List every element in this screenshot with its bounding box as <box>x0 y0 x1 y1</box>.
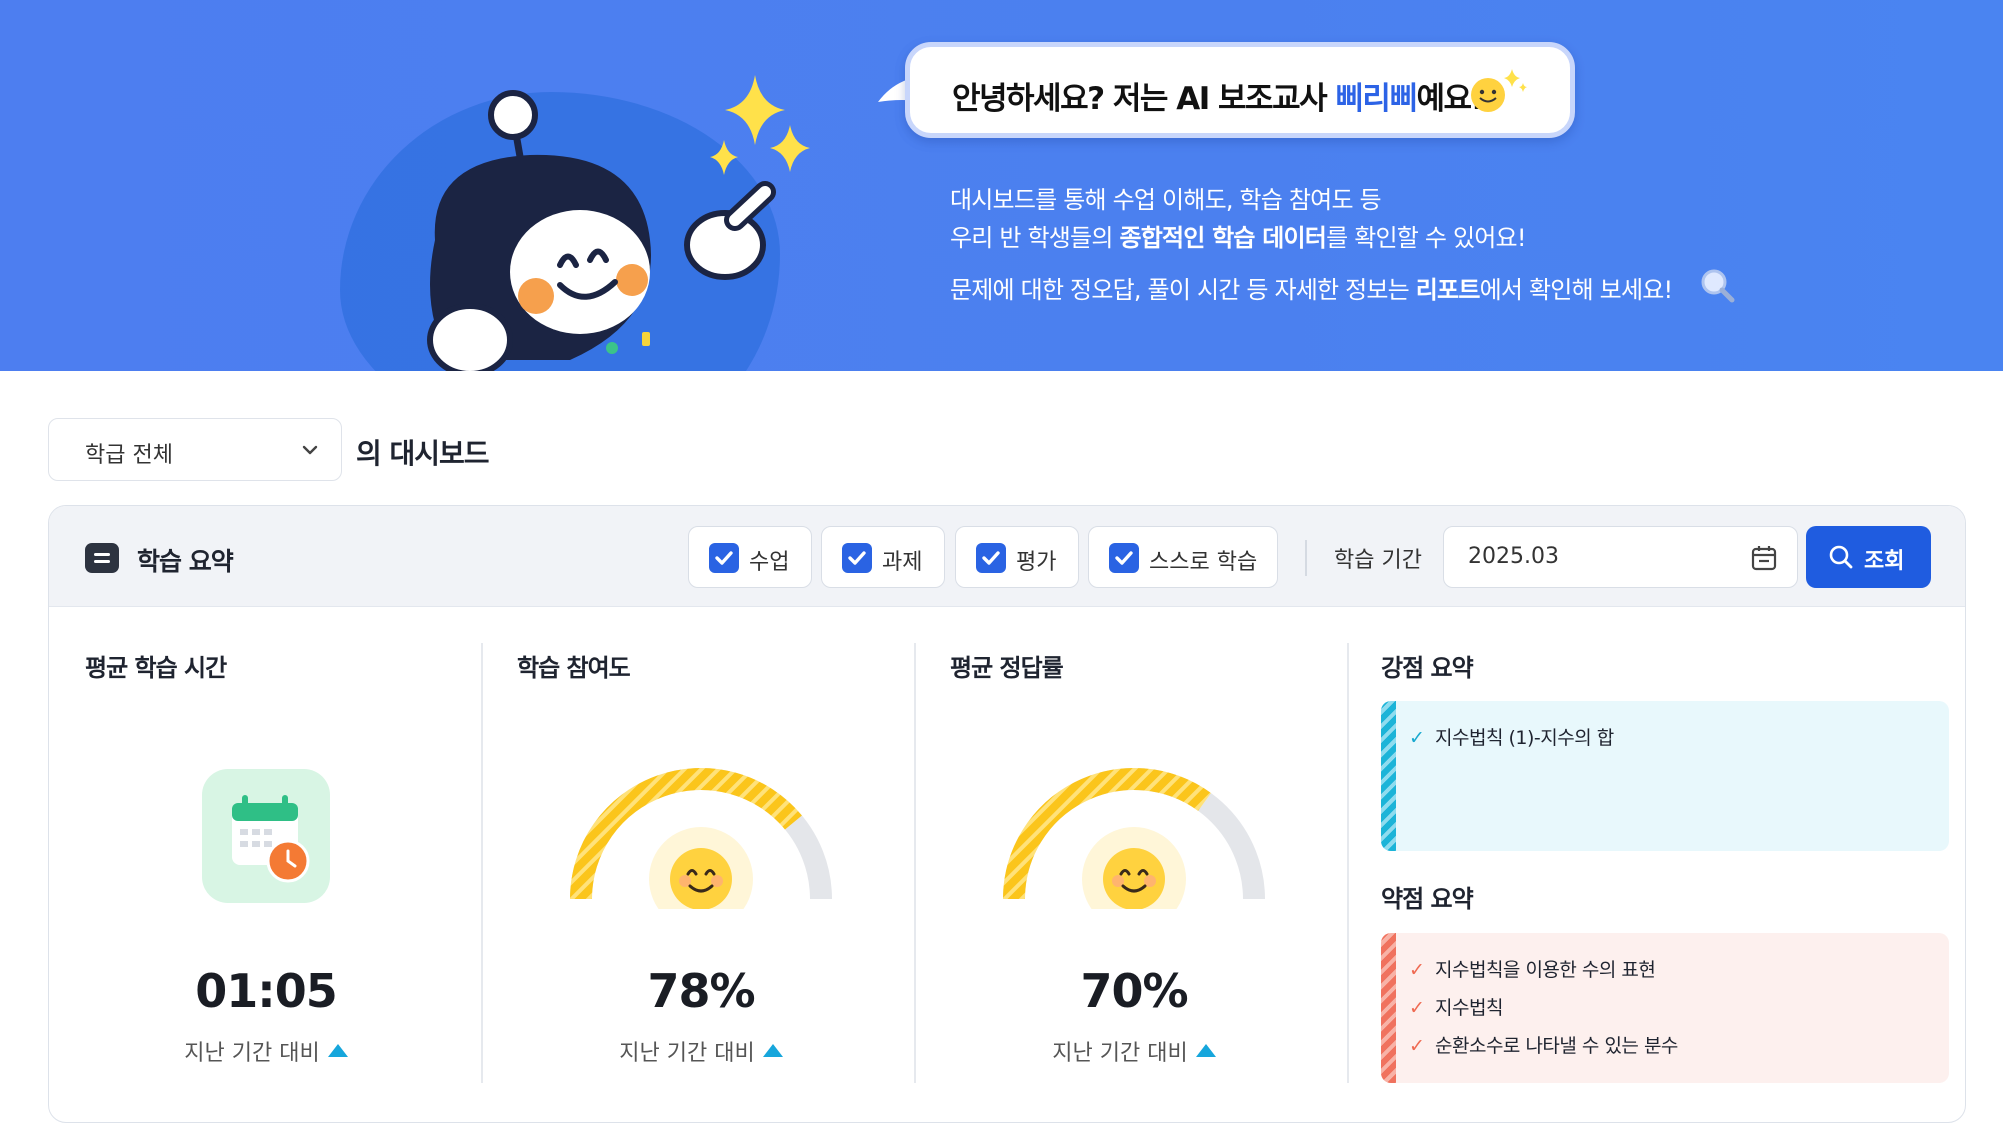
column-divider <box>481 643 483 1083</box>
weakness-item-label: 순환소수로 나타낼 수 있는 분수 <box>1435 1035 1678 1057</box>
weakness-item: ✓ 지수법칙을 이용한 수의 표현 <box>1409 955 1656 982</box>
checkbox-label: 과제 <box>882 550 923 575</box>
weakness-item-label: 지수법칙 <box>1435 997 1503 1019</box>
line2-suffix: 를 확인할 수 있어요! <box>1326 224 1526 252</box>
accuracy-compare: 지난 기간 대비 <box>984 1035 1284 1067</box>
check-icon: ✓ <box>1409 727 1425 749</box>
weaknesses-title: 약점 요약 <box>1381 885 1474 913</box>
weakness-item: ✓ 지수법칙 <box>1409 993 1503 1020</box>
check-icon: ✓ <box>1409 997 1425 1019</box>
dashboard-title: 의 대시보드 <box>356 437 490 470</box>
hero-description-line-1: 대시보드를 통해 수업 이해도, 학습 참여도 등 <box>950 186 1382 214</box>
weaknesses-stripe <box>1381 933 1396 1083</box>
checkbox-label: 스스로 학습 <box>1149 550 1258 575</box>
greeting-text: 안녕하세요? 저는 AI 보조교사 삐리삐예요! <box>952 73 1485 118</box>
header-divider <box>1305 540 1307 576</box>
summary-header: 학습 요약 수업 과제 평가 스스로 학습 학습 기간 2025.03 조회 <box>49 506 1965 607</box>
avg-time-compare: 지난 기간 대비 <box>116 1035 416 1067</box>
accuracy-value: 70% <box>1080 964 1188 1018</box>
column-divider <box>1347 643 1349 1083</box>
line3-suffix: 에서 확인해 보세요! <box>1479 276 1674 304</box>
mascot-robot-icon <box>427 75 810 371</box>
participation-gauge <box>570 768 832 909</box>
checkbox-label: 수업 <box>749 550 790 575</box>
strengths-stripe <box>1381 701 1396 851</box>
strength-item: ✓ 지수법칙 (1)-지수의 합 <box>1409 723 1614 750</box>
strength-item-label: 지수법칙 (1)-지수의 합 <box>1435 727 1614 749</box>
accuracy-gauge <box>1003 768 1265 909</box>
greeting-speech-bubble: 안녕하세요? 저는 AI 보조교사 삐리삐예요! <box>905 42 1575 138</box>
compare-label: 지난 기간 대비 <box>184 1041 320 1066</box>
checkbox-label: 평가 <box>1016 550 1057 575</box>
hero-banner: 안녕하세요? 저는 AI 보조교사 삐리삐예요! 대시보드를 통해 수업 이해도… <box>0 0 2003 371</box>
greeting-prefix: 안녕하세요? 저는 AI 보조교사 <box>952 81 1336 117</box>
avg-time-title: 평균 학습 시간 <box>85 654 227 682</box>
weaknesses-box: ✓ 지수법칙을 이용한 수의 표현 ✓ 지수법칙 ✓ 순환소수로 나타낼 수 있는 분… <box>1381 933 1949 1083</box>
calendar-clock-icon <box>202 769 330 903</box>
avg-time-value: 01:05 <box>195 964 337 1018</box>
accuracy-title: 평균 정답률 <box>950 654 1064 682</box>
smiley-face-icon <box>649 827 753 909</box>
search-button[interactable]: 조회 <box>1806 526 1931 588</box>
assistant-name: 삐리삐 <box>1335 81 1418 117</box>
checkbox-checked-icon <box>709 543 739 573</box>
chevron-down-icon <box>302 445 318 455</box>
check-icon: ✓ <box>1409 1035 1425 1057</box>
hero-description-line-3: 문제에 대한 정오답, 풀이 시간 등 자세한 정보는 리포트에서 확인해 보세… <box>950 270 1674 305</box>
line2-bold: 종합적인 학습 데이터 <box>1119 224 1327 252</box>
summary-list-icon <box>85 543 119 573</box>
calendar-icon[interactable] <box>1751 545 1777 571</box>
compare-label: 지난 기간 대비 <box>1052 1041 1188 1066</box>
strengths-box: ✓ 지수법칙 (1)-지수의 합 <box>1381 701 1949 851</box>
line2-prefix: 우리 반 학생들의 <box>950 224 1120 252</box>
participation-value: 78% <box>647 964 755 1018</box>
trend-up-icon <box>327 1044 348 1057</box>
weakness-item-label: 지수법칙을 이용한 수의 표현 <box>1435 959 1656 981</box>
line3-bold: 리포트 <box>1415 276 1481 304</box>
hero-description-line-2: 우리 반 학생들의 종합적인 학습 데이터를 확인할 수 있어요! <box>950 218 1526 253</box>
class-select-value: 학급 전체 <box>85 443 173 468</box>
trend-up-icon <box>762 1044 783 1057</box>
checkbox-self-study[interactable]: 스스로 학습 <box>1088 526 1278 588</box>
period-label: 학습 기간 <box>1334 548 1422 573</box>
checkbox-evaluation[interactable]: 평가 <box>955 526 1079 588</box>
period-date-input[interactable]: 2025.03 <box>1443 526 1798 588</box>
learning-summary-panel: 학습 요약 수업 과제 평가 스스로 학습 학습 기간 2025.03 조회 평… <box>48 505 1966 1123</box>
check-icon: ✓ <box>1409 959 1425 981</box>
compare-label: 지난 기간 대비 <box>619 1041 755 1066</box>
checkbox-class[interactable]: 수업 <box>688 526 812 588</box>
search-button-label: 조회 <box>1864 549 1905 574</box>
column-divider <box>914 643 916 1083</box>
line3-prefix: 문제에 대한 정오답, 풀이 시간 등 자세한 정보는 <box>950 276 1416 304</box>
strengths-title: 강점 요약 <box>1381 654 1474 682</box>
checkbox-checked-icon <box>976 543 1006 573</box>
participation-title: 학습 참여도 <box>517 654 631 682</box>
magnifier-icon <box>1701 269 1735 303</box>
smile-emoji-icon <box>1471 69 1527 112</box>
trend-up-icon <box>1195 1044 1216 1057</box>
participation-compare: 지난 기간 대비 <box>551 1035 851 1067</box>
summary-title: 학습 요약 <box>137 547 234 576</box>
period-date-value: 2025.03 <box>1468 544 1559 569</box>
checkbox-checked-icon <box>842 543 872 573</box>
class-select-dropdown[interactable]: 학급 전체 <box>48 418 342 481</box>
smiley-face-icon <box>1082 827 1186 909</box>
checkbox-checked-icon <box>1109 543 1139 573</box>
search-icon <box>1829 545 1853 569</box>
weakness-item: ✓ 순환소수로 나타낼 수 있는 분수 <box>1409 1031 1678 1058</box>
checkbox-assignment[interactable]: 과제 <box>821 526 945 588</box>
